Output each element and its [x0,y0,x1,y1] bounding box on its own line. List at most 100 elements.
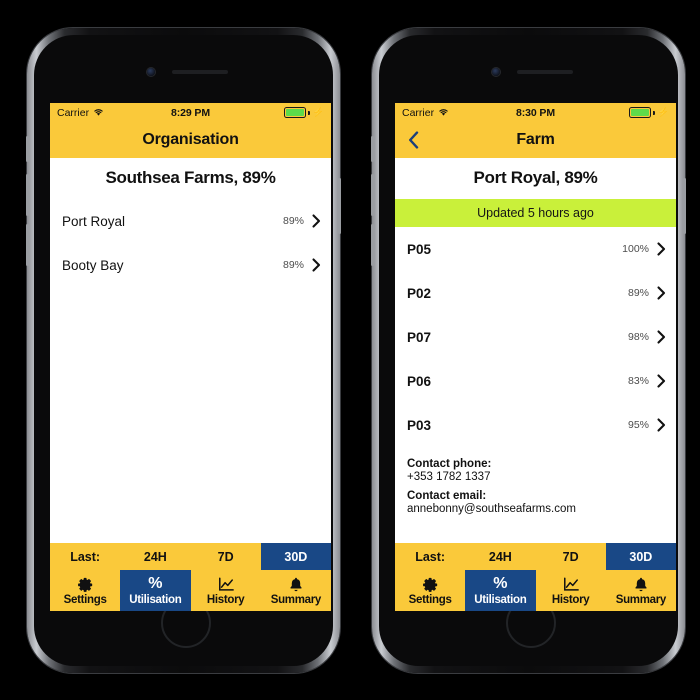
tab-settings[interactable]: Settings [50,570,120,611]
organisation-heading: Southsea Farms, 89% [50,158,331,199]
tab-label: Settings [63,593,107,606]
front-camera-icon [146,68,155,76]
chevron-right-icon [312,214,321,228]
page-title: Organisation [142,131,239,148]
pen-label: P06 [407,373,432,389]
line-chart-icon [218,576,234,593]
tab-history[interactable]: History [191,570,261,611]
carrier-label: Carrier [402,106,435,119]
nav-bar: Farm [395,122,676,158]
chevron-right-icon [657,374,666,388]
contact-phone-label: Contact phone: [407,458,492,470]
pen-label: P03 [407,417,432,433]
percent-glyph: % [493,575,508,592]
phone-device-right: Carrier 8:30 PM ⚡ Farm Port Royal, 89% U… [371,28,686,673]
range-option-24h[interactable]: 24H [120,543,190,570]
table-row[interactable]: P07 98% [395,315,676,359]
status-right: ⚡ [581,107,669,118]
tab-label: Summary [270,593,322,606]
tab-label: Utilisation [474,593,527,606]
chevron-right-icon [657,286,666,300]
tab-bar: Settings % Utilisation History Summary [50,570,331,611]
bell-icon [289,576,303,593]
volume-down-button[interactable] [371,224,374,266]
tab-label: Settings [408,593,452,606]
pen-label: P07 [407,329,432,345]
tab-summary[interactable]: Summary [606,570,676,611]
range-option-30d[interactable]: 30D [605,543,676,570]
status-time: 8:29 PM [171,106,210,119]
battery-nub [308,110,310,115]
gear-icon [77,576,93,593]
list-item[interactable]: Booty Bay 89% [50,243,331,287]
gear-icon [422,576,438,593]
battery-icon [628,107,651,118]
mute-switch[interactable] [371,136,374,162]
time-range-bar: Last: 24H 7D 30D [395,543,676,570]
status-left: Carrier [57,107,145,119]
pen-value: 98% [627,331,649,343]
bell-icon [634,576,648,593]
list-item[interactable]: Port Royal 89% [50,199,331,243]
tab-label: Utilisation [129,593,182,606]
contact-block: Contact phone: +353 1782 1337 Contact em… [395,447,676,515]
tab-label: History [551,593,590,606]
volume-down-button[interactable] [26,224,29,266]
pen-label: P05 [407,241,432,257]
list-item-label: Port Royal [62,213,126,229]
table-row[interactable]: P05 100% [395,227,676,271]
status-time: 8:30 PM [516,106,555,119]
tab-utilisation[interactable]: % Utilisation [465,570,536,611]
percent-icon: % [493,576,507,593]
earpiece-speaker [516,70,573,74]
back-button[interactable] [403,128,423,152]
updated-banner: Updated 5 hours ago [395,199,676,227]
contact-phone-value[interactable]: +353 1782 1337 [407,471,664,483]
battery-nub [653,110,655,115]
tab-history[interactable]: History [536,570,606,611]
battery-icon [283,107,306,118]
range-label: Last: [70,549,101,564]
line-chart-icon [563,576,579,593]
tab-bar: Settings % Utilisation History Summary [395,570,676,611]
tab-summary[interactable]: Summary [261,570,331,611]
farm-heading: Port Royal, 89% [395,158,676,199]
chevron-left-icon [408,131,418,149]
percent-glyph: % [148,575,163,592]
mute-switch[interactable] [26,136,29,162]
pen-value: 83% [627,375,649,387]
charging-bolt-icon: ⚡ [657,107,669,117]
farm-list: Port Royal 89% Booty Bay 89% [50,199,331,543]
wifi-icon [439,109,448,116]
percent-icon: % [148,576,162,593]
pen-list: P05 100% P02 89% P07 98% P06 83% P03 95%… [395,227,676,543]
contact-email-value[interactable]: annebonny@southseafarms.com [407,503,664,515]
front-camera-icon [491,68,500,76]
charging-bolt-icon: ⚡ [312,107,324,117]
screen-farm: Carrier 8:30 PM ⚡ Farm Port Royal, 89% U… [395,103,676,611]
volume-up-button[interactable] [371,174,374,216]
tab-utilisation[interactable]: % Utilisation [120,570,191,611]
nav-bar: Organisation [50,122,331,158]
tab-label: History [206,593,245,606]
range-option-7d[interactable]: 7D [191,543,261,570]
table-row[interactable]: P03 95% [395,403,676,447]
power-button[interactable] [338,178,341,234]
range-option-24h[interactable]: 24H [465,543,535,570]
tab-settings[interactable]: Settings [395,570,465,611]
phone-bezel-left: Carrier 8:29 PM ⚡ Organisation Southsea … [34,35,333,666]
table-row[interactable]: P06 83% [395,359,676,403]
volume-up-button[interactable] [26,174,29,216]
range-option-30d[interactable]: 30D [260,543,331,570]
status-bar: Carrier 8:29 PM ⚡ [50,103,331,122]
list-item-value: 89% [282,259,304,271]
table-row[interactable]: P02 89% [395,271,676,315]
pen-value: 95% [627,419,649,431]
power-button[interactable] [683,178,686,234]
list-item-label: Booty Bay [62,257,124,273]
status-bar: Carrier 8:30 PM ⚡ [395,103,676,122]
carrier-label: Carrier [57,106,90,119]
screen-organisation: Carrier 8:29 PM ⚡ Organisation Southsea … [50,103,331,611]
chevron-right-icon [657,242,666,256]
range-option-7d[interactable]: 7D [536,543,606,570]
